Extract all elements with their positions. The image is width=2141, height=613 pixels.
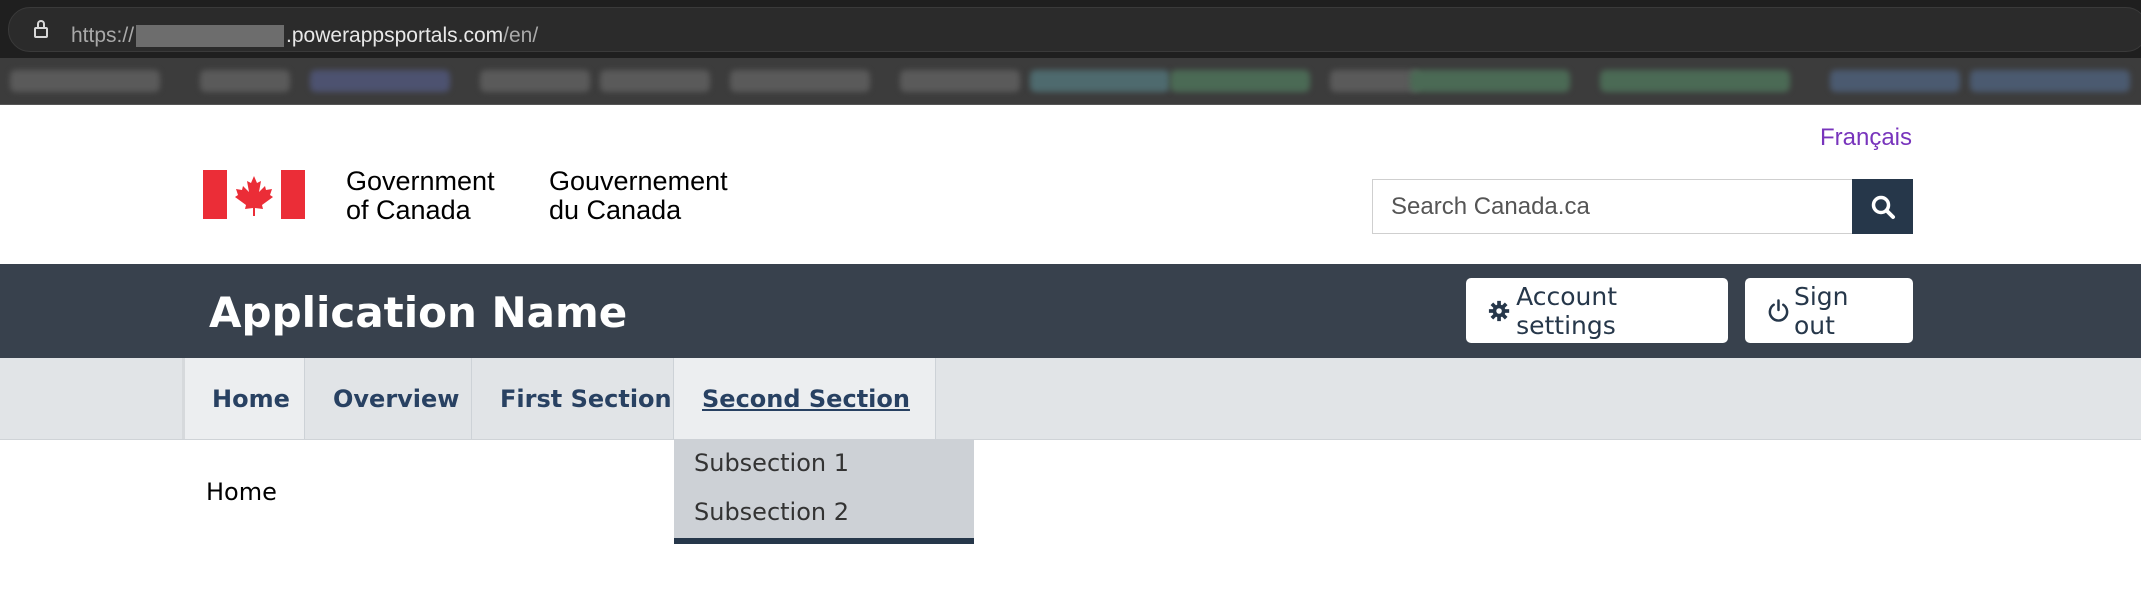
sign-out-button[interactable]: Sign out [1745,278,1913,343]
bookmarks-bar [0,58,2141,105]
url-path: /en/ [503,24,539,47]
signature-fr-line1: Gouvernement [549,166,728,196]
search-icon [1871,195,1895,219]
bookmark-item[interactable] [200,70,290,92]
bookmark-item[interactable] [900,70,1020,92]
application-bar: Application Name Account settings Sign o… [0,264,2141,358]
redacted-subdomain [136,25,285,47]
search-button[interactable] [1852,179,1913,234]
menu-item-home[interactable]: Home [182,358,305,439]
submenu-dropdown: Subsection 1 Subsection 2 [674,439,974,544]
menu-item-label: Second Section [702,384,910,413]
bookmark-item[interactable] [1970,70,2130,92]
sign-out-label: Sign out [1793,281,1849,340]
bookmark-item[interactable] [310,70,450,92]
gear-icon [1488,300,1510,321]
account-settings-label: Account settings [1516,281,1618,340]
browser-address-bar: https:// .powerappsportals.com /en/ [0,0,2141,58]
bookmark-item[interactable] [10,70,160,92]
menu-item-first-section[interactable]: First Section [472,358,674,439]
language-toggle-link[interactable]: Français [1820,124,1912,152]
url-prefix: https:// [71,24,135,47]
bookmark-item[interactable] [1330,70,1420,92]
bookmark-item[interactable] [480,70,590,92]
search-input[interactable] [1372,179,1852,234]
submenu-item-subsection-2[interactable]: Subsection 2 [694,498,849,526]
bookmark-item[interactable] [730,70,870,92]
menu-item-label: First Section [500,384,672,413]
menu-item-overview[interactable]: Overview [305,358,472,439]
bookmark-item[interactable] [1830,70,1960,92]
bookmark-item[interactable] [1410,70,1570,92]
application-name[interactable]: Application Name [209,288,627,337]
menu-item-label: Overview [333,384,460,413]
canada-flag-icon[interactable] [203,170,305,219]
power-icon [1768,298,1789,322]
signature-french: Gouvernement du Canada [549,167,728,225]
menu-item-second-section[interactable]: Second Section [674,358,936,439]
lock-icon[interactable] [34,20,48,38]
signature-en-line2: of Canada [346,195,471,225]
url-field[interactable]: https:// .powerappsportals.com /en/ [8,7,2141,52]
bookmark-item[interactable] [600,70,710,92]
menu-item-label: Home [212,384,290,413]
account-settings-button[interactable]: Account settings [1466,278,1728,343]
signature-english: Government of Canada [346,167,495,225]
main-menu: Home Overview First Section Second Secti… [0,358,2141,440]
bookmark-item[interactable] [1600,70,1790,92]
search-form [1372,179,1913,234]
bookmark-item[interactable] [1170,70,1310,92]
submenu-item-subsection-1[interactable]: Subsection 1 [694,449,849,477]
breadcrumb: Home [206,478,277,506]
url-domain: .powerappsportals.com [286,24,504,47]
signature-en-line1: Government [346,166,495,196]
bookmark-item[interactable] [1030,70,1170,92]
url-text[interactable]: https:// .powerappsportals.com /en/ [71,24,538,48]
signature-fr-line2: du Canada [549,195,682,225]
